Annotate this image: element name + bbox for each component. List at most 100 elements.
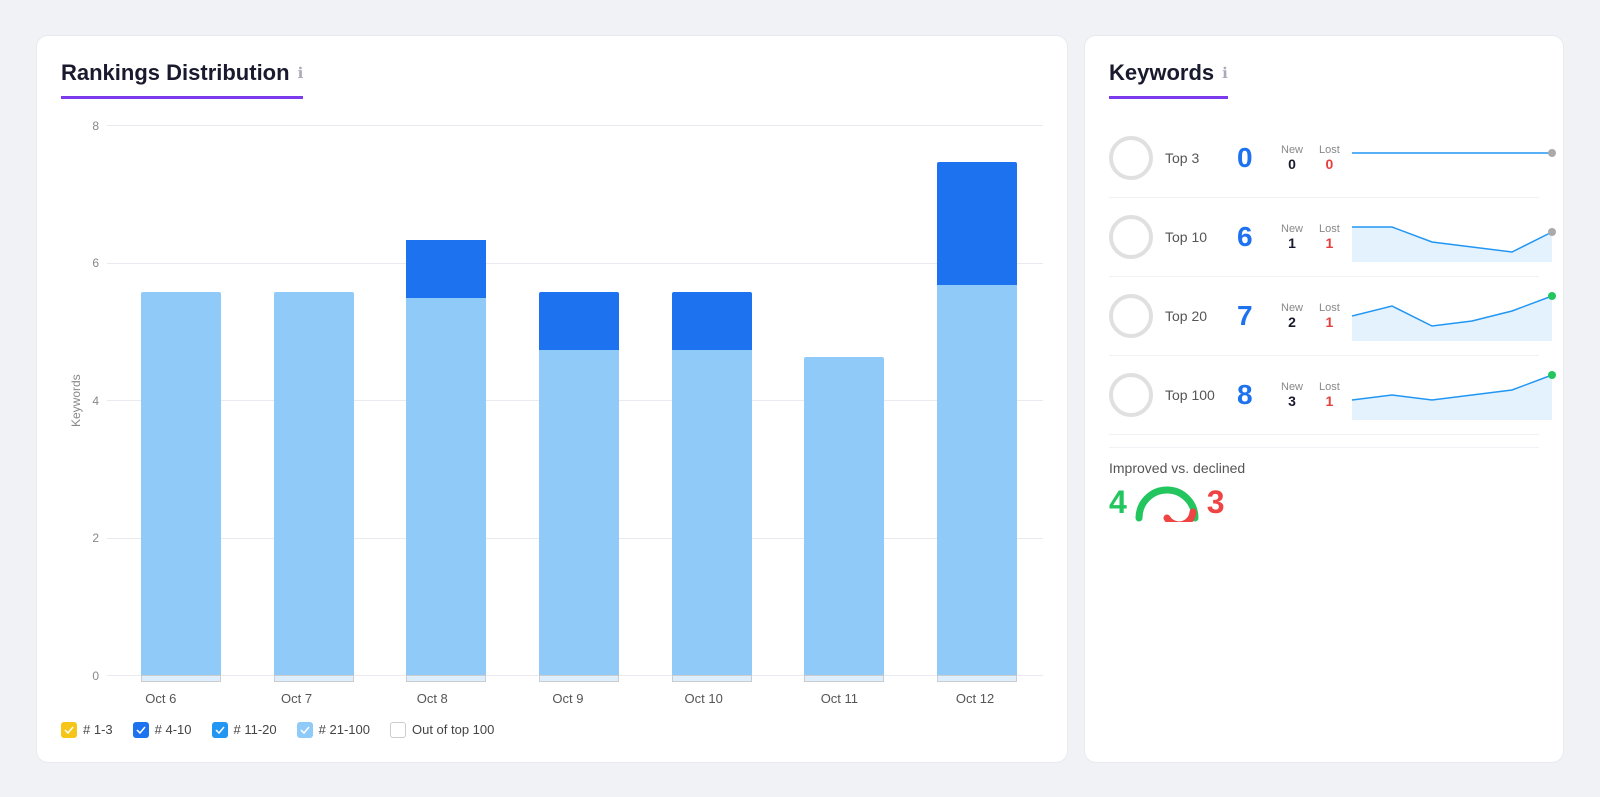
legend-checkbox[interactable]: [390, 722, 406, 738]
bar-segment-2: [406, 240, 486, 299]
kw-label: Top 3: [1165, 150, 1225, 166]
keyword-row: Top 20 7 New2 Lost1: [1109, 277, 1539, 356]
new-value: 2: [1281, 314, 1303, 330]
bar-segment-0: [804, 675, 884, 682]
legend-checkbox[interactable]: [61, 722, 77, 738]
legend-label: # 21-100: [319, 722, 370, 737]
legend-checkbox[interactable]: [133, 722, 149, 738]
legend: # 1-3 # 4-10 # 11-20 # 21-100 Out of top 100: [61, 722, 1043, 738]
gauge-svg: [1135, 484, 1199, 522]
bar-segment-1: [539, 350, 619, 675]
bar-group: [662, 292, 762, 682]
bar-group: [794, 357, 894, 682]
kw-circle: [1109, 294, 1153, 338]
kw-circle: [1109, 136, 1153, 180]
lost-label: Lost: [1319, 144, 1340, 156]
kw-stat-new: New2: [1281, 302, 1303, 330]
kw-stat-lost: Lost0: [1319, 144, 1340, 172]
x-label: Oct 10: [654, 691, 754, 706]
x-label: Oct 7: [247, 691, 347, 706]
kw-stat-new: New3: [1281, 381, 1303, 409]
sparkline: [1352, 212, 1562, 262]
bar-segment-2: [672, 292, 752, 351]
bar-segment-2: [937, 162, 1017, 286]
y-axis-label: Keywords: [61, 119, 83, 683]
legend-checkbox[interactable]: [212, 722, 228, 738]
chart-grid: 86420: [83, 119, 1043, 683]
lost-label: Lost: [1319, 302, 1340, 314]
new-value: 0: [1281, 156, 1303, 172]
legend-item: # 21-100: [297, 722, 370, 738]
keywords-info-icon[interactable]: ℹ: [1222, 64, 1228, 82]
keyword-row: Top 106New1Lost1: [1109, 198, 1539, 277]
legend-label: # 4-10: [155, 722, 192, 737]
bar: [804, 357, 884, 682]
bar-group: [927, 162, 1027, 682]
bar: [274, 292, 354, 682]
sparkline: [1352, 370, 1562, 420]
kw-value: 7: [1237, 300, 1269, 332]
chart-wrapper: Keywords 86420: [61, 119, 1043, 683]
new-label: New: [1281, 223, 1303, 235]
chart-inner: 86420: [83, 119, 1043, 683]
bar: [141, 292, 221, 682]
sparkline-svg: [1352, 291, 1562, 341]
title-text: Rankings Distribution: [61, 60, 290, 86]
bar-group: [264, 292, 364, 682]
grid-label: 2: [83, 531, 107, 545]
legend-item: Out of top 100: [390, 722, 494, 738]
lost-label: Lost: [1319, 381, 1340, 393]
bar-segment-0: [672, 675, 752, 682]
kw-circle: [1109, 215, 1153, 259]
kw-stat-lost: Lost1: [1319, 381, 1340, 409]
keyword-row: Top 1008New3Lost1: [1109, 356, 1539, 435]
sparkline-svg: [1352, 133, 1562, 183]
declined-number: 3: [1207, 484, 1225, 521]
improved-row: 4 3: [1109, 484, 1539, 521]
new-label: New: [1281, 302, 1303, 314]
bar-segment-1: [406, 298, 486, 675]
bar-segment-1: [274, 292, 354, 676]
bar: [406, 227, 486, 682]
kw-value: 0: [1237, 142, 1269, 174]
bar: [539, 292, 619, 682]
kw-stats: New1 Lost1: [1281, 223, 1340, 251]
lost-label: Lost: [1319, 223, 1340, 235]
kw-stat-lost: Lost1: [1319, 223, 1340, 251]
new-label: New: [1281, 381, 1303, 393]
kw-label: Top 10: [1165, 229, 1225, 245]
right-card-title: Keywords ℹ: [1109, 60, 1228, 99]
left-card-title: Rankings Distribution ℹ: [61, 60, 303, 99]
bar: [937, 162, 1017, 682]
legend-item: # 11-20: [212, 722, 277, 738]
legend-checkbox[interactable]: [297, 722, 313, 738]
new-value: 1: [1281, 235, 1303, 251]
gauge-chart: [1135, 484, 1199, 520]
sparkline: [1352, 133, 1562, 183]
kw-stat-lost: Lost1: [1319, 302, 1340, 330]
improved-label: Improved vs. declined: [1109, 460, 1539, 476]
x-label: Oct 11: [789, 691, 889, 706]
bar: [672, 292, 752, 682]
x-label: Oct 12: [925, 691, 1025, 706]
sparkline-svg: [1352, 212, 1562, 262]
improved-number: 4: [1109, 484, 1127, 521]
kw-circle: [1109, 373, 1153, 417]
keywords-title-text: Keywords: [1109, 60, 1214, 86]
kw-stat-new: New0: [1281, 144, 1303, 172]
bar-segment-0: [937, 675, 1017, 682]
keywords-card: Keywords ℹ Top 30New0Lost0Top 106New1Los…: [1084, 35, 1564, 763]
bar-segment-1: [141, 292, 221, 676]
kw-label: Top 20: [1165, 308, 1225, 324]
bar-segment-0: [539, 675, 619, 682]
legend-label: # 1-3: [83, 722, 113, 737]
info-icon[interactable]: ℹ: [298, 64, 304, 82]
bar-group: [396, 227, 496, 682]
grid-label: 6: [83, 256, 107, 270]
sparkline: [1352, 291, 1562, 341]
kw-stats: New2 Lost1: [1281, 302, 1340, 330]
chart-area: Keywords 86420 Oct 6Oct 7Oct 8Oct 9Oct 1…: [61, 119, 1043, 738]
keyword-row: Top 30New0Lost0: [1109, 119, 1539, 198]
x-labels: Oct 6Oct 7Oct 8Oct 9Oct 10Oct 11Oct 12: [61, 691, 1043, 706]
lost-value: 1: [1319, 393, 1340, 409]
